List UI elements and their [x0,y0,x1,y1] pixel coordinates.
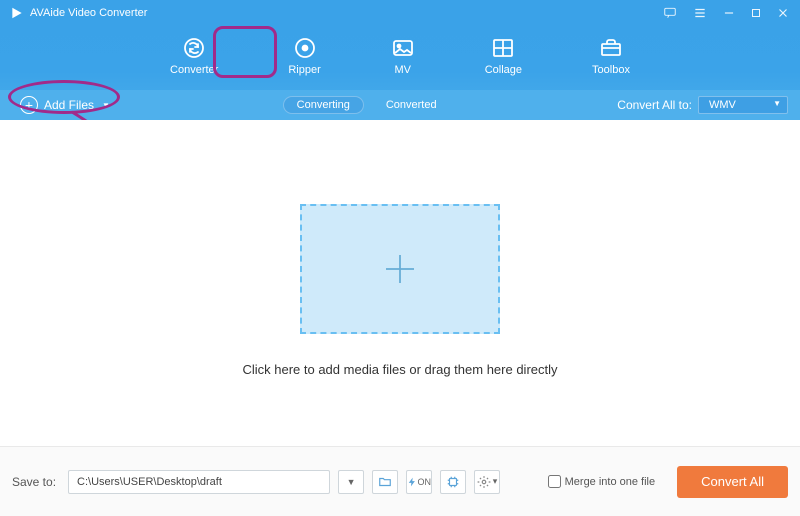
add-files-button[interactable]: + Add Files ▼ [14,93,116,117]
collage-icon [491,36,515,60]
open-folder-button[interactable] [372,470,398,494]
tab-label: MV [394,64,411,76]
merge-label: Merge into one file [565,476,656,488]
merge-checkbox[interactable] [548,475,561,488]
titlebar: AVAide Video Converter [0,0,800,26]
chip-icon [446,475,460,489]
save-path-field[interactable]: C:\Users\USER\Desktop\draft [68,470,330,494]
tab-mv[interactable]: MV [379,32,427,80]
bolt-icon [407,475,418,489]
close-icon[interactable] [776,6,790,20]
chevron-down-icon: ▼ [102,101,110,110]
hw-accel-button[interactable]: ON [406,470,432,494]
convert-all-button[interactable]: Convert All [677,466,788,498]
chevron-down-icon: ▼ [347,477,356,487]
logo-icon [10,6,24,20]
dropzone-hint: Click here to add media files or drag th… [242,362,557,377]
tab-label: Toolbox [592,64,630,76]
dropzone[interactable] [300,204,500,334]
convert-all-to-label: Convert All to: [617,98,692,112]
feedback-icon[interactable] [662,6,678,20]
add-files-label: Add Files [44,98,94,112]
toolbox-icon [599,36,623,60]
path-dropdown-button[interactable]: ▼ [338,470,364,494]
settings-button[interactable]: ▾ [474,470,500,494]
gear-icon [477,475,491,489]
minimize-icon[interactable] [722,6,736,20]
folder-icon [378,475,392,489]
mv-icon [391,36,415,60]
save-to-label: Save to: [12,475,56,489]
convert-all-to-select[interactable]: WMV [698,96,788,114]
hamburger-icon[interactable] [692,6,708,20]
tab-ripper[interactable]: Ripper [276,32,332,80]
segment-converted[interactable]: Converted [372,96,451,114]
plus-large-icon [379,248,421,290]
tab-label: Converter [170,64,218,76]
segment-converting[interactable]: Converting [283,96,364,114]
tab-converter[interactable]: Converter [158,32,230,80]
tab-label: Collage [485,64,522,76]
main-tabs: Converter Ripper MV Collage Toolbox [0,26,800,90]
ripper-icon [293,36,317,60]
converter-icon [182,36,206,60]
app-logo: AVAide Video Converter [10,6,147,20]
tab-collage[interactable]: Collage [473,32,534,80]
app-title: AVAide Video Converter [30,7,147,19]
merge-checkbox-wrap[interactable]: Merge into one file [548,475,656,488]
plus-icon: + [20,96,38,114]
tab-toolbox[interactable]: Toolbox [580,32,642,80]
cpu-button[interactable] [440,470,466,494]
tab-label: Ripper [288,64,320,76]
maximize-icon[interactable] [750,7,762,19]
